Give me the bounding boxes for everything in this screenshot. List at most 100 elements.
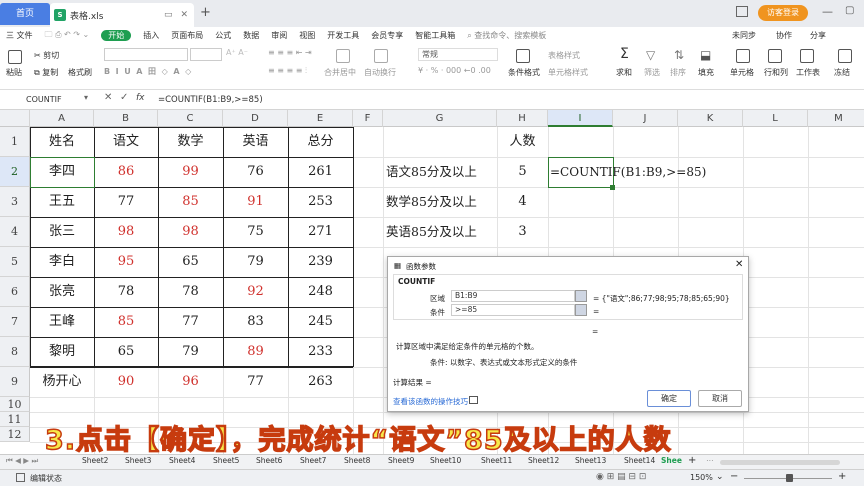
file-tab[interactable]: S 表格.xls ▭ ✕ <box>50 3 194 27</box>
align-icons[interactable]: ≡ ≡ ≡ ≡ ⫶ <box>268 66 307 76</box>
sheet-tab-Shee[interactable]: Shee <box>661 456 682 465</box>
conditional-format-button[interactable]: 条件格式 <box>508 67 540 78</box>
column-header-E[interactable]: E <box>288 110 353 127</box>
zoom-in-icon[interactable]: + <box>838 471 846 482</box>
column-header-D[interactable]: D <box>223 110 288 127</box>
cut-button[interactable]: ✂ 剪切 <box>34 50 59 61</box>
table-cell[interactable]: 张三 <box>30 217 94 247</box>
conditional-format-icon[interactable] <box>516 49 530 63</box>
select-all-corner[interactable] <box>0 110 30 127</box>
table-cell[interactable]: 95 <box>94 247 158 277</box>
active-cell-i2[interactable]: =COUNTIF(B1:B9,>=85) <box>548 157 706 188</box>
table-cell[interactable]: 78 <box>158 277 223 307</box>
sheet-tab-Sheet10[interactable]: Sheet10 <box>430 456 461 465</box>
copy-button[interactable]: ⧉ 复制 <box>34 67 58 78</box>
tab-developer[interactable]: 开发工具 <box>321 30 365 41</box>
minimize-icon[interactable]: — <box>822 5 833 18</box>
summary-label[interactable]: 数学85分及以上 <box>383 187 497 217</box>
tab-insert[interactable]: 插入 <box>137 30 165 41</box>
table-cell[interactable]: 75 <box>223 217 288 247</box>
table-cell[interactable]: 王五 <box>30 187 94 217</box>
table-cell[interactable]: 245 <box>288 307 353 337</box>
zoom-level[interactable]: 150% <box>690 473 713 482</box>
table-cell[interactable]: 248 <box>288 277 353 307</box>
table-cell[interactable]: 263 <box>288 367 353 397</box>
view-mode-icons[interactable]: ◉ ⊞ ▤ ⊟ ⊡ <box>596 472 646 482</box>
table-cell[interactable]: 79 <box>158 337 223 367</box>
search-commands[interactable]: ⌕ 查找命令、搜索模板 <box>461 30 552 41</box>
merge-center-button[interactable]: 合并居中 <box>324 67 356 78</box>
table-cell[interactable]: 233 <box>288 337 353 367</box>
row-header-5[interactable]: 5 <box>0 247 30 277</box>
cancel-icon[interactable]: ✕ <box>104 92 112 103</box>
table-header-cell[interactable]: 语文 <box>94 127 158 157</box>
name-box[interactable]: COUNTIF <box>4 93 92 107</box>
paste-icon[interactable] <box>8 50 22 64</box>
sheet-tab-Sheet14[interactable]: Sheet14 <box>624 456 655 465</box>
sheet-tab-Sheet6[interactable]: Sheet6 <box>256 456 282 465</box>
wrap-icon[interactable] <box>374 49 388 63</box>
zoom-dropdown-icon[interactable]: ⌄ <box>716 472 724 482</box>
table-cell[interactable]: 李白 <box>30 247 94 277</box>
table-cell[interactable]: 85 <box>158 187 223 217</box>
table-cell[interactable]: 65 <box>94 337 158 367</box>
sort-button[interactable]: 排序 <box>670 67 686 78</box>
tab-formula[interactable]: 公式 <box>209 30 237 41</box>
window-layout-icon[interactable] <box>736 6 748 17</box>
horizontal-scrollbar[interactable] <box>720 460 840 465</box>
row-header-12[interactable]: 12 <box>0 427 30 442</box>
merge-icon[interactable] <box>336 49 350 63</box>
new-tab-icon[interactable]: + <box>200 5 211 20</box>
insert-function-button[interactable]: fx <box>136 93 145 103</box>
table-header-cell[interactable]: 姓名 <box>30 127 94 157</box>
table-header-cell[interactable]: 数学 <box>158 127 223 157</box>
video-icon[interactable] <box>469 396 478 404</box>
fill-handle[interactable] <box>610 185 615 190</box>
sheet-tab-Sheet13[interactable]: Sheet13 <box>575 456 606 465</box>
table-cell[interactable]: 92 <box>223 277 288 307</box>
row-header-3[interactable]: 3 <box>0 187 30 217</box>
zoom-slider-thumb[interactable] <box>786 474 793 482</box>
tab-smart-tools[interactable]: 智能工具箱 <box>409 30 461 41</box>
format-painter-button[interactable]: 格式刷 <box>68 67 92 78</box>
table-style-button[interactable]: 表格样式 <box>548 50 580 61</box>
table-header-cell[interactable]: 英语 <box>223 127 288 157</box>
table-cell[interactable]: 239 <box>288 247 353 277</box>
table-cell[interactable]: 271 <box>288 217 353 247</box>
tab-review[interactable]: 审阅 <box>265 30 293 41</box>
sheet-more-icon[interactable]: ⋯ <box>706 456 714 465</box>
align-top-icons[interactable]: ≡ ≡ ≡ ⇤ ⇥ <box>268 48 312 57</box>
table-cell[interactable]: 91 <box>223 187 288 217</box>
ok-button[interactable]: 确定 <box>647 390 691 407</box>
formula-input[interactable]: =COUNTIF(B1:B9,>=85) <box>158 93 263 107</box>
font-style-buttons[interactable]: B I U A 田 ◇ A ◇ <box>104 66 191 77</box>
rowcol-icon[interactable] <box>768 49 782 63</box>
row-header-4[interactable]: 4 <box>0 217 30 247</box>
sheet-tab-Sheet4[interactable]: Sheet4 <box>169 456 195 465</box>
sheet-tab-Sheet9[interactable]: Sheet9 <box>388 456 414 465</box>
table-cell[interactable]: 77 <box>158 307 223 337</box>
table-cell[interactable]: 杨开心 <box>30 367 94 397</box>
criteria-select-icon[interactable] <box>575 304 587 316</box>
sheet-tab-Sheet2[interactable]: Sheet2 <box>82 456 108 465</box>
summary-label[interactable]: 英语85分及以上 <box>383 217 497 247</box>
tab-page-layout[interactable]: 页面布局 <box>165 30 209 41</box>
range-input[interactable]: B1:B9 <box>451 290 575 302</box>
table-cell[interactable]: 黎明 <box>30 337 94 367</box>
sheet-tab-Sheet7[interactable]: Sheet7 <box>300 456 326 465</box>
share-button[interactable]: 分享 <box>810 30 826 41</box>
table-cell[interactable]: 65 <box>158 247 223 277</box>
number-format-icons[interactable]: ¥ · % · 000 ←0 .00 <box>418 66 491 75</box>
sum-icon[interactable]: Σ <box>620 46 629 62</box>
window-icon[interactable]: ▭ <box>164 10 173 20</box>
row-header-9[interactable]: 9 <box>0 367 30 397</box>
row-header-1[interactable]: 1 <box>0 127 30 157</box>
worksheet-button[interactable]: 工作表 <box>796 67 820 78</box>
worksheet-icon[interactable] <box>800 49 814 63</box>
table-cell[interactable]: 79 <box>223 247 288 277</box>
table-cell[interactable]: 85 <box>94 307 158 337</box>
selected-cell-a2[interactable] <box>30 157 95 188</box>
add-sheet-icon[interactable]: + <box>688 455 696 466</box>
sum-button[interactable]: 求和 <box>616 67 632 78</box>
column-header-C[interactable]: C <box>158 110 223 127</box>
